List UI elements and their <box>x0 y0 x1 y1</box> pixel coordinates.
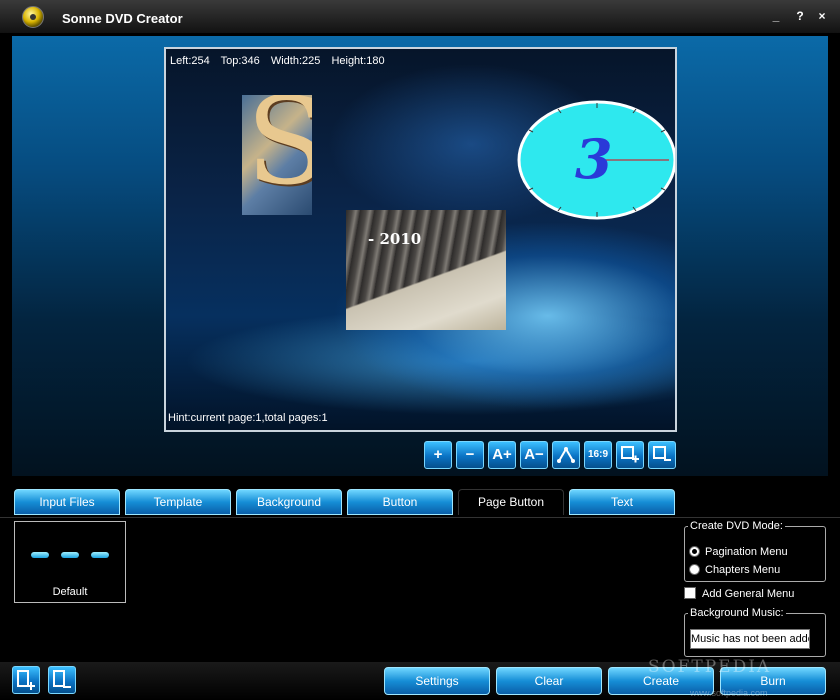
tab-background[interactable]: Background <box>236 489 342 515</box>
tab-text[interactable]: Text <box>569 489 675 515</box>
selection-coordinates: Left:254 Top:346 Width:225 Height:180 <box>170 55 393 67</box>
background-music-field[interactable]: Music has not been added <box>690 629 810 649</box>
help-button[interactable]: ? <box>792 8 808 24</box>
mini-page-button-icon <box>61 552 79 558</box>
add-general-menu-checkbox[interactable]: Add General Menu <box>684 587 794 600</box>
photo-thumbnail[interactable]: - 2010 <box>346 210 506 330</box>
radio-chapters-menu[interactable]: Chapters Menu <box>689 564 780 576</box>
zoom-out-button[interactable] <box>648 441 676 469</box>
clear-button[interactable]: Clear <box>496 667 602 695</box>
radio-unselected-icon <box>689 564 700 575</box>
window-title: Sonne DVD Creator <box>62 11 183 26</box>
minimize-button[interactable]: _ <box>768 8 784 24</box>
font-decrease-button[interactable]: A− <box>520 441 548 469</box>
zoom-out-icon <box>653 446 671 461</box>
template-default[interactable]: Default <box>14 521 126 603</box>
radio-pagination-menu[interactable]: Pagination Menu <box>689 546 788 558</box>
background-music-group: Background Music: Music has not been add… <box>684 607 826 657</box>
coord-width: Width:225 <box>270 55 321 67</box>
zoom-in-button[interactable] <box>616 441 644 469</box>
remove-page-button[interactable] <box>48 666 76 694</box>
tab-button[interactable]: Button <box>347 489 453 515</box>
coord-left: Left:254 <box>170 55 210 67</box>
tab-bar: Input Files Template Background Button P… <box>0 487 840 517</box>
clock-number: 3 <box>575 127 613 191</box>
coord-height: Height:180 <box>331 55 385 67</box>
chapters-menu-label: Chapters Menu <box>705 564 781 576</box>
path-edit-icon <box>557 447 575 463</box>
options-panel: Default Create DVD Mode: Pagination Menu… <box>0 517 840 663</box>
dvd-mode-group: Create DVD Mode: Pagination Menu Chapter… <box>684 520 826 582</box>
remove-item-button[interactable]: − <box>456 441 484 469</box>
font-increase-button[interactable]: A+ <box>488 441 516 469</box>
aspect-ratio-button[interactable]: 16:9 <box>584 441 612 469</box>
tab-template[interactable]: Template <box>125 489 231 515</box>
add-page-button[interactable] <box>12 666 40 694</box>
menu-preview-canvas[interactable]: Left:254 Top:346 Width:225 Height:180 S … <box>164 47 677 432</box>
clock-widget[interactable]: 3 <box>517 100 677 220</box>
radio-selected-icon <box>689 546 700 557</box>
close-button[interactable]: × <box>814 8 830 24</box>
edit-path-button[interactable] <box>552 441 580 469</box>
page-hint: Hint:current page:1,total pages:1 <box>168 412 328 424</box>
softpedia-watermark: SOFTPEDIA <box>648 657 772 677</box>
background-music-legend: Background Music: <box>690 607 784 619</box>
image-s-thumbnail[interactable]: S <box>242 95 312 215</box>
title-bar: Sonne DVD Creator _ ? × <box>0 0 840 34</box>
template-default-label: Default <box>52 586 88 598</box>
add-general-menu-label: Add General Menu <box>702 588 795 600</box>
softpedia-watermark-url: www.softpedia.com <box>690 688 768 698</box>
mini-page-button-icon <box>31 552 49 558</box>
dvd-disc-icon <box>22 6 44 28</box>
checkbox-unchecked-icon <box>684 587 696 599</box>
tab-page-button[interactable]: Page Button <box>458 489 564 515</box>
zoom-in-icon <box>621 446 639 463</box>
dvd-mode-legend: Create DVD Mode: <box>690 520 783 532</box>
tab-input-files[interactable]: Input Files <box>14 489 120 515</box>
remove-page-icon <box>53 670 71 688</box>
photo-title-label: - 2010 <box>368 230 422 248</box>
pagination-menu-label: Pagination Menu <box>705 546 788 558</box>
image-s-letter: S <box>246 95 312 203</box>
add-item-button[interactable]: + <box>424 441 452 469</box>
coord-top: Top:346 <box>220 55 260 67</box>
add-page-icon <box>17 670 35 690</box>
settings-button[interactable]: Settings <box>384 667 490 695</box>
mini-page-button-icon <box>91 552 109 558</box>
